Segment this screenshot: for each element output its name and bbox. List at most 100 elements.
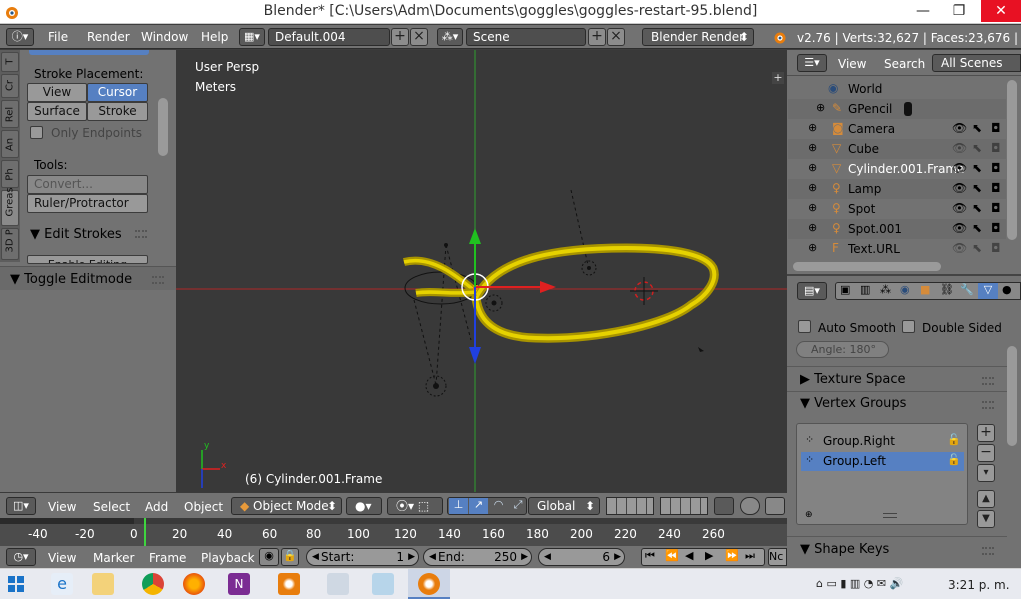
current-frame-marker[interactable]	[144, 518, 146, 546]
outliner-item-spot[interactable]: ⊕ ♀ Spot 👁 ⬉ ◘	[788, 199, 1006, 219]
editor-type-timeline-icon[interactable]: ◷▾	[6, 548, 36, 566]
pivot-manipulator-group[interactable]: ⦿▾ ⬚	[387, 497, 443, 515]
camera-render-icon[interactable]: ◘	[991, 161, 1001, 175]
only-endpoints-checkbox[interactable]	[30, 126, 43, 139]
snap-icon[interactable]	[765, 497, 785, 515]
menu-window[interactable]: Window	[141, 30, 188, 44]
drag-handle-icon[interactable]	[982, 377, 994, 385]
eye-icon[interactable]: 👁	[952, 181, 967, 195]
scene-icon[interactable]: ⁂▾	[437, 28, 463, 46]
outliner-item-gpencil[interactable]: ⊕ ✎ GPencil	[788, 99, 1006, 119]
constraints-icon[interactable]: ⛓	[940, 283, 954, 296]
notepad-icon[interactable]	[372, 573, 394, 595]
move-group-up-button[interactable]: ▲	[977, 490, 995, 508]
editor-type-info-icon[interactable]: ⓘ▾	[6, 28, 34, 46]
editor-type-outliner-icon[interactable]: ☰▾	[797, 54, 827, 72]
scale-icon[interactable]: ⤢	[509, 498, 527, 514]
screen-layout-field[interactable]: Default.004	[268, 28, 390, 46]
menu-help[interactable]: Help	[201, 30, 228, 44]
eye-icon[interactable]: 👁	[952, 161, 967, 175]
render-layers-icon[interactable]: ▥	[860, 283, 870, 296]
render-preview-icon[interactable]	[740, 497, 760, 515]
editor-type-3dview-icon[interactable]: ◫▾	[6, 497, 36, 515]
sync-dropdown[interactable]: Nc	[768, 548, 787, 566]
tab-grease-pencil[interactable]: Greas	[1, 187, 19, 226]
windows-start-icon[interactable]	[8, 576, 24, 592]
expand-icon[interactable]: ⊕	[808, 221, 817, 234]
scene-props-icon[interactable]: ⁂	[880, 283, 891, 296]
stroke-button[interactable]: Stroke	[87, 102, 148, 121]
tool-shelf-scrollbar[interactable]	[158, 98, 168, 156]
cursor-select-icon[interactable]: ⬉	[972, 201, 982, 215]
ruler-protractor-button[interactable]: Ruler/Protractor	[27, 194, 148, 213]
double-sided-checkbox[interactable]	[902, 320, 915, 333]
eye-icon[interactable]: 👁	[952, 241, 967, 255]
surface-button[interactable]: Surface	[27, 102, 87, 121]
lock-icon[interactable]: 🔒	[281, 548, 299, 566]
outliner-filter-dropdown[interactable]: All Scenes	[932, 54, 1021, 72]
firefox-icon[interactable]	[183, 573, 205, 595]
properties-scrollbar[interactable]	[1007, 346, 1017, 446]
drag-handle-icon[interactable]	[152, 276, 164, 284]
outliner-scrollbar-v[interactable]	[1007, 80, 1017, 240]
modifier-wrench-icon[interactable]: 🔧	[960, 283, 974, 296]
menu-add[interactable]: Add	[145, 500, 168, 514]
properties-toggle-plus-icon[interactable]: +	[772, 72, 784, 84]
add-scene-button[interactable]: +	[588, 28, 606, 46]
mode-dropdown[interactable]: ◆ Object Mode ⬍	[231, 497, 342, 515]
outliner-item-camera[interactable]: ⊕ ◙ Camera 👁 ⬉ ◘	[788, 119, 1006, 139]
angle-field[interactable]: Angle: 180°	[796, 341, 889, 358]
eye-icon[interactable]: 👁	[952, 221, 967, 235]
mesh-data-icon[interactable]: ▽	[978, 283, 998, 299]
convert-button[interactable]: Convert...	[27, 175, 148, 194]
menu-file[interactable]: File	[48, 30, 68, 44]
cursor-button[interactable]: Cursor	[87, 83, 148, 102]
outliner-item-lamp[interactable]: ⊕ ♀ Lamp 👁 ⬉ ◘	[788, 179, 1006, 199]
render-camera-icon[interactable]: ▣	[840, 283, 850, 296]
expand-icon[interactable]: ⊕	[808, 141, 817, 154]
rotate-icon[interactable]: ◠	[489, 498, 508, 514]
prev-keyframe-icon[interactable]: ⏪	[665, 549, 679, 562]
remove-layout-button[interactable]: ×	[410, 28, 428, 46]
vertex-group-specials-button[interactable]: ▾	[977, 464, 995, 482]
manipulator-toggle-icon[interactable]: ⊥	[449, 498, 468, 514]
menu-select[interactable]: Select	[93, 500, 130, 514]
texture-space-header[interactable]: ▶ Texture Space	[800, 372, 905, 387]
menu-view[interactable]: View	[48, 500, 76, 514]
shape-keys-header[interactable]: ▼ Shape Keys	[800, 542, 889, 557]
add-vertex-group-button[interactable]: +	[977, 424, 995, 442]
tab-animation[interactable]: An	[1, 130, 19, 158]
outliner-item-cube[interactable]: ⊕ ▽ Cube 👁 ⬉ ◘	[788, 139, 1006, 159]
system-tray-icons[interactable]: ⌂ ▭ ▮ ▥ ◔ ✉ 🔊	[816, 577, 903, 590]
cursor-select-icon[interactable]: ⬉	[972, 181, 982, 195]
start-frame-field[interactable]: ◀ Start: 1 ▶	[306, 548, 419, 566]
play-reverse-icon[interactable]: ◀	[685, 549, 693, 562]
unlock-icon[interactable]: 🔓	[947, 433, 961, 446]
outliner-scrollbar-h[interactable]	[793, 262, 941, 271]
outliner-item-spot001[interactable]: ⊕ ♀ Spot.001 👁 ⬉ ◘	[788, 219, 1006, 239]
translate-icon[interactable]: ↗	[469, 498, 488, 514]
list-filter-icon[interactable]: ⊕	[805, 510, 813, 520]
edit-strokes-header[interactable]: ▼ Edit Strokes	[30, 227, 122, 242]
menu-view[interactable]: View	[48, 551, 76, 565]
drag-handle-icon[interactable]	[982, 401, 994, 409]
scene-field[interactable]: Scene	[466, 28, 586, 46]
outliner-item-world[interactable]: ◉ World	[788, 79, 1006, 99]
enable-editing-button[interactable]: Enable Editing	[27, 255, 148, 264]
add-layout-button[interactable]: +	[391, 28, 409, 46]
vertex-group-item-left[interactable]: ⁘ Group.Left 🔓	[801, 452, 964, 471]
menu-search[interactable]: Search	[884, 57, 925, 71]
tab-create[interactable]: Cr	[1, 74, 19, 98]
next-keyframe-icon[interactable]: ⏩	[725, 549, 739, 562]
cursor-select-icon[interactable]: ⬉	[972, 161, 982, 175]
outliner-item-cylinder-frame[interactable]: ⊕ ▽ Cylinder.001.Frame 👁 ⬉ ◘	[788, 159, 1006, 179]
camera-render-icon[interactable]: ◘	[991, 141, 1001, 155]
camera-render-icon[interactable]: ◘	[991, 221, 1001, 235]
minimize-button[interactable]: —	[906, 0, 940, 22]
layer-buttons-1[interactable]	[606, 497, 654, 515]
camera-render-icon[interactable]: ◘	[991, 121, 1001, 135]
viewport-shading-dropdown[interactable]: ●▾	[346, 497, 382, 515]
cursor-select-icon[interactable]: ⬉	[972, 121, 982, 135]
screen-layout-icon[interactable]: ▦▾	[239, 28, 265, 46]
menu-frame[interactable]: Frame	[149, 551, 186, 565]
